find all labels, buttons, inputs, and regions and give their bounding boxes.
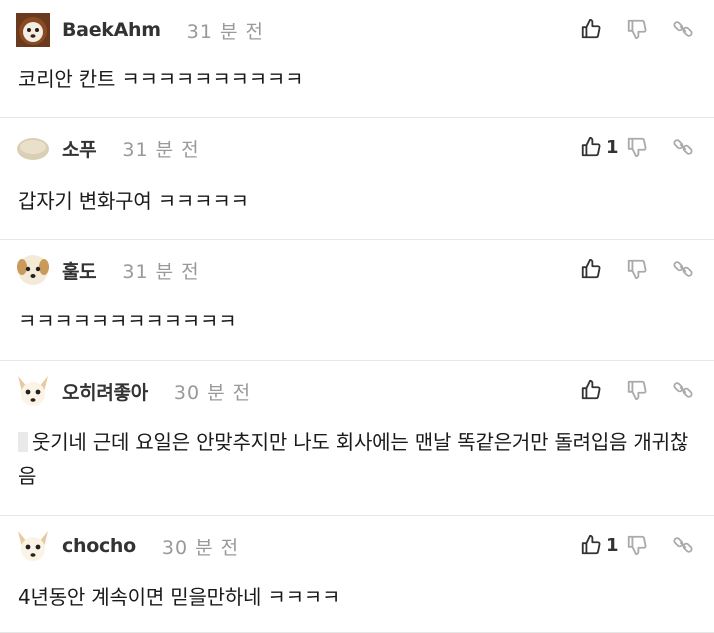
link-icon (673, 139, 693, 155)
timestamp: 31 분 전 (122, 260, 200, 283)
like-button[interactable]: 1 (580, 132, 626, 162)
comment-text: 갑자기 변화구여 ㅋㅋㅋㅋㅋ (18, 189, 249, 213)
username[interactable]: BaekAhm (62, 19, 161, 41)
thumbs-down-icon (627, 259, 647, 280)
link-icon (673, 21, 693, 37)
link-button[interactable] (672, 132, 698, 162)
timestamp: 31 분 전 (122, 138, 200, 161)
thumbs-up-icon (581, 18, 601, 39)
thumbs-down-icon (627, 380, 647, 401)
comment: 오히려좋아 30 분 전 웃기네 근데 요일은 안맞추지만 나도 회사에는 맨날… (0, 361, 714, 516)
comment: BaekAhm 31 분 전 코리안 칸트 ㅋㅋㅋㅋㅋㅋㅋㅋㅋㅋ (0, 0, 714, 118)
comment-text: 코리안 칸트 ㅋㅋㅋㅋㅋㅋㅋㅋㅋㅋ (18, 67, 304, 91)
thumbs-down-icon (627, 535, 647, 556)
thumbs-up-icon (581, 379, 601, 400)
username[interactable]: 오히려좋아 (62, 378, 148, 405)
comment: 소푸 31 분 전 1 갑자기 변화구여 ㅋㅋㅋㅋㅋ (0, 118, 714, 240)
link-button[interactable] (672, 254, 698, 284)
bun-avatar-icon[interactable] (16, 131, 50, 165)
lion-avatar-icon[interactable] (16, 13, 50, 47)
timestamp: 30 분 전 (173, 381, 252, 404)
like-count: 1 (606, 534, 619, 556)
link-icon (673, 382, 693, 398)
redacted-mark (18, 432, 28, 452)
like-button[interactable] (580, 14, 626, 44)
comment-text: 웃기네 근데 요일은 안맞추지만 나도 회사에는 맨날 똑같은거만 돌려입음 개… (18, 430, 689, 488)
like-count: 1 (606, 136, 619, 158)
thumbs-up-icon (581, 534, 601, 555)
thumbs-down-icon (627, 19, 647, 40)
thumbs-up-icon (581, 136, 601, 157)
like-button[interactable] (580, 254, 626, 284)
dislike-button[interactable] (626, 375, 672, 405)
comment-body: 웃기네 근데 요일은 안맞추지만 나도 회사에는 맨날 똑같은거만 돌려입음 개… (18, 425, 700, 493)
comment-text: ㅋㅋㅋㅋㅋㅋㅋㅋㅋㅋㅋㅋ (18, 309, 237, 333)
like-button[interactable] (580, 375, 626, 405)
link-button[interactable] (672, 375, 698, 405)
link-icon (673, 261, 693, 277)
comment: 훌도 31 분 전 ㅋㅋㅋㅋㅋㅋㅋㅋㅋㅋㅋㅋ (0, 240, 714, 361)
dog-avatar-icon[interactable] (16, 253, 50, 287)
link-button[interactable] (672, 14, 698, 44)
dislike-button[interactable] (626, 530, 672, 560)
dislike-button[interactable] (626, 254, 672, 284)
link-icon (673, 537, 693, 553)
thumbs-down-icon (627, 137, 647, 158)
dislike-button[interactable] (626, 132, 672, 162)
thumbs-up-icon (581, 258, 601, 279)
timestamp: 31 분 전 (186, 20, 264, 43)
username[interactable]: 소푸 (62, 135, 97, 162)
comment: chocho 30 분 전 1 4년동안 계속이면 믿을만하네 ㅋㅋㅋㅋ (0, 516, 714, 633)
timestamp: 30 분 전 (161, 536, 240, 559)
username[interactable]: chocho (62, 535, 136, 557)
link-button[interactable] (672, 530, 698, 560)
chihuahua-avatar-icon[interactable] (16, 374, 50, 408)
like-button[interactable]: 1 (580, 530, 626, 560)
chihuahua-avatar-icon[interactable] (16, 529, 50, 563)
dislike-button[interactable] (626, 14, 672, 44)
username[interactable]: 훌도 (62, 257, 97, 284)
comment-text: 4년동안 계속이면 믿을만하네 ㅋㅋㅋㅋ (18, 585, 341, 609)
